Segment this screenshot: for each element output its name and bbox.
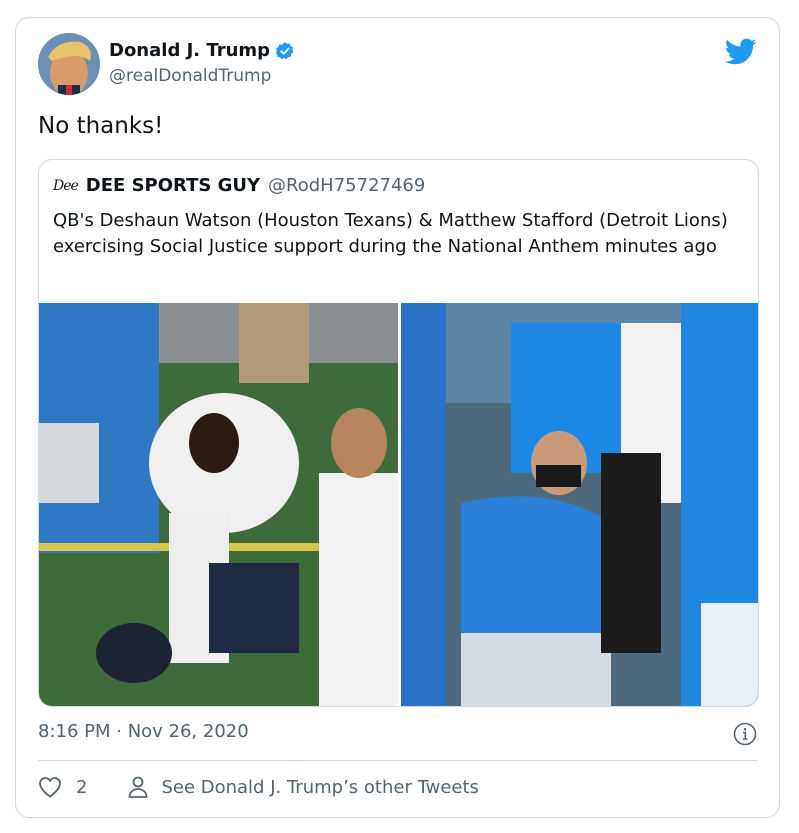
quoted-header: Dee DEE SPORTS GUY @RodH75727469 bbox=[53, 175, 425, 196]
twitter-bird-icon[interactable] bbox=[725, 38, 757, 66]
quoted-author-handle[interactable]: @RodH75727469 bbox=[268, 175, 425, 196]
quoted-photo-right[interactable] bbox=[401, 303, 758, 706]
quoted-author-name[interactable]: DEE SPORTS GUY bbox=[86, 175, 260, 196]
verified-badge-icon bbox=[275, 41, 294, 59]
divider bbox=[38, 760, 757, 761]
author-name-row[interactable]: Donald J. Trump bbox=[109, 40, 295, 61]
author-avatar[interactable] bbox=[38, 33, 100, 95]
quoted-text: QB's Deshaun Watson (Houston Texans) & M… bbox=[53, 210, 728, 257]
tweet-timestamp[interactable]: 8:16 PM · Nov 26, 2020 bbox=[38, 721, 249, 742]
person-icon[interactable] bbox=[127, 775, 149, 799]
quoted-photo-left[interactable] bbox=[39, 303, 398, 706]
tweet-text: No thanks! bbox=[38, 113, 164, 139]
quoted-tweet[interactable]: Dee DEE SPORTS GUY @RodH75727469 QB's De… bbox=[38, 159, 759, 707]
heart-icon[interactable] bbox=[38, 776, 62, 798]
see-other-tweets-link[interactable]: See Donald J. Trump’s other Tweets bbox=[161, 777, 478, 798]
tweet-actions: 2 See Donald J. Trump’s other Tweets bbox=[38, 775, 479, 799]
author-handle[interactable]: @realDonaldTrump bbox=[109, 66, 271, 86]
author-name[interactable]: Donald J. Trump bbox=[109, 40, 270, 61]
like-count[interactable]: 2 bbox=[76, 777, 87, 798]
tweet-card: Donald J. Trump @realDonaldTrump No than… bbox=[15, 17, 780, 818]
info-icon[interactable] bbox=[733, 722, 757, 746]
quoted-avatar-logo[interactable]: Dee bbox=[53, 178, 79, 194]
